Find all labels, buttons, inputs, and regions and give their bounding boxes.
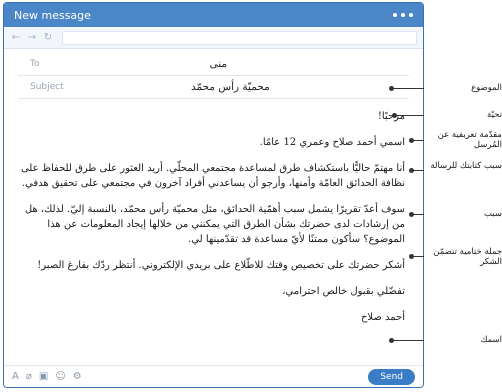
address-bar[interactable] xyxy=(62,30,417,45)
to-label: To xyxy=(30,59,40,69)
nav-bar: ← → ↻ xyxy=(4,27,423,49)
subject-value: محميّة رأس محمّد xyxy=(190,81,270,93)
compose-toolbar: A ⌀ ▣ ☺ ⚙ Send xyxy=(4,365,423,387)
subject-label: Subject xyxy=(30,82,64,92)
subject-field[interactable]: Subject محميّة رأس محمّد xyxy=(18,76,409,99)
request-text: سوف أعدّ تقريرًا يشمل سبب أهمّية الحدائق… xyxy=(24,204,405,245)
annotation-name: اسمك xyxy=(424,335,502,345)
thanks-text: أشكر حضرتك على تخصيص وقتك للاطّلاع على ب… xyxy=(37,260,405,271)
to-value: منى xyxy=(209,58,228,70)
title-bar: New message xyxy=(4,3,423,27)
refresh-icon[interactable]: ↻ xyxy=(42,32,54,43)
greeting-text: مرحبًا! xyxy=(377,111,405,122)
email-window: New message ← → ↻ To منى Subject محميّة … xyxy=(3,2,424,388)
text-format-icon[interactable]: A xyxy=(12,371,19,382)
annotation-subject: الموضوع xyxy=(424,83,502,93)
more-options-icon[interactable] xyxy=(393,13,413,17)
annotation-thanks: جملة ختامية تتضمّن الشكر xyxy=(424,247,502,267)
header-fields: To منى Subject محميّة رأس محمّد xyxy=(18,53,409,99)
signature-text: أحمد صلاح xyxy=(360,312,405,323)
reason-text: أنا مهتمّ حاليًّا باستكشاف طرق لمساعدة م… xyxy=(20,163,405,189)
settings-icon[interactable]: ⚙ xyxy=(73,371,82,382)
closing-text: تفضّلي بقبول خالص احترامي، xyxy=(282,286,405,297)
annotation-reason: سبب كتابتك للرسالة xyxy=(424,161,502,171)
send-button[interactable]: Send xyxy=(368,368,415,385)
back-arrow-icon[interactable]: ← xyxy=(10,32,22,43)
intro-text: اسمي أحمد صلاح وعمري 12 عامًا. xyxy=(259,137,405,148)
annotation-intro: مقدّمة تعريفية عن المُرسل xyxy=(424,130,502,150)
image-icon[interactable]: ▣ xyxy=(39,371,48,382)
annotation-greeting: تحيّة xyxy=(424,110,502,120)
emoji-icon[interactable]: ☺ xyxy=(55,371,65,382)
message-body[interactable]: مرحبًا! اسمي أحمد صلاح وعمري 12 عامًا. أ… xyxy=(16,109,405,336)
attach-icon[interactable]: ⌀ xyxy=(26,371,32,382)
annotation-request: سبب xyxy=(424,209,502,219)
to-field[interactable]: To منى xyxy=(18,53,409,76)
window-title: New message xyxy=(14,8,91,22)
forward-arrow-icon[interactable]: → xyxy=(26,32,38,43)
